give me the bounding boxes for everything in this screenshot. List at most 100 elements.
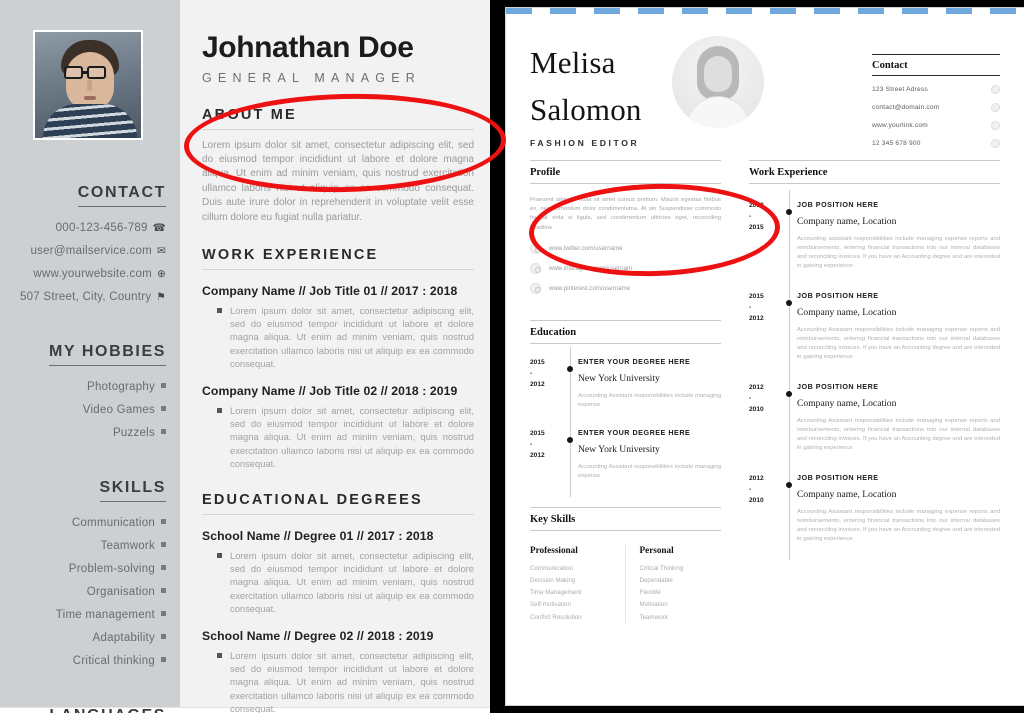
date-dash: - bbox=[749, 304, 752, 311]
left-main-column: Johnathan Doe GENERAL MANAGER ABOUT ME L… bbox=[180, 0, 500, 713]
hobby-item: Photography bbox=[10, 376, 166, 399]
envelope-icon bbox=[991, 103, 1000, 112]
education-description: Accounting Assistant responsibilities in… bbox=[578, 392, 721, 408]
date-from: 2018 bbox=[749, 202, 764, 209]
bullet-square-icon bbox=[161, 542, 166, 547]
skill-item: Dependable bbox=[639, 577, 673, 585]
about-me-text: Lorem ipsum dolor sit amet, consectetur … bbox=[202, 139, 474, 223]
work-date-range: 2012 - 2010 bbox=[749, 382, 783, 453]
skill-label: Adaptability bbox=[92, 632, 155, 644]
right-right-column: Work Experience 2018 - 2015 JOB POSITION… bbox=[735, 160, 1000, 623]
bullet-square-icon bbox=[161, 383, 166, 388]
bullet-square-icon bbox=[161, 588, 166, 593]
skills-heading: SKILLS bbox=[99, 479, 166, 502]
skill-item: Motivation bbox=[639, 601, 668, 609]
right-left-column: Profile Praesent aliquam nulla sit amet … bbox=[530, 160, 735, 623]
skill-item: Flexible bbox=[639, 589, 661, 597]
date-from: 2015 bbox=[530, 358, 545, 366]
mouth-shape bbox=[84, 96, 96, 100]
education-entry-title: School Name // Degree 02 // 2018 : 2019 bbox=[202, 628, 434, 643]
shirt-shape bbox=[43, 104, 137, 138]
timeline-rail bbox=[783, 190, 797, 287]
bullet-square-icon bbox=[161, 429, 166, 434]
shirt-shape bbox=[687, 96, 748, 128]
bullet-item: Lorem ipsum dolor sit amet, consectetur … bbox=[217, 404, 474, 469]
twitter-icon bbox=[530, 242, 541, 254]
work-entry-bullets: Lorem ipsum dolor sit amet, consectetur … bbox=[217, 404, 474, 470]
bullet-square-icon bbox=[161, 634, 166, 639]
social-link[interactable]: www.pinterest.com/username bbox=[530, 282, 721, 294]
profile-heading: Profile bbox=[530, 160, 721, 184]
education-entry: 2015 - 2012 ENTER YOUR DEGREE HERE New Y… bbox=[530, 417, 721, 497]
date-to: 2010 bbox=[749, 406, 764, 413]
education-description: Accounting Assistant responsibilities in… bbox=[578, 463, 721, 479]
degree-title: ENTER YOUR DEGREE HERE bbox=[578, 427, 691, 437]
bullet-item: Lorem ipsum dolor sit amet, consectetur … bbox=[217, 549, 474, 614]
date-dash: - bbox=[749, 213, 752, 220]
work-entry: 2018 - 2015 JOB POSITION HERE Company na… bbox=[749, 190, 1000, 287]
contact-item: user@mailservice.com ✉ bbox=[10, 240, 166, 263]
work-entry-text: JOB POSITION HERE Company name, Location… bbox=[797, 291, 1000, 362]
contact-heading: CONTACT bbox=[77, 184, 166, 207]
left-sidebar: CONTACT 000-123-456-789 ☎ user@mailservic… bbox=[0, 0, 180, 713]
glasses-right-icon bbox=[87, 66, 106, 79]
job-role-subtitle: FASHION EDITOR bbox=[530, 138, 640, 148]
location-icon bbox=[991, 85, 1000, 94]
degree-title: ENTER YOUR DEGREE HERE bbox=[578, 356, 691, 366]
bullet-square-icon bbox=[161, 657, 166, 662]
contact-text: 507 Street, City, Country bbox=[20, 291, 152, 303]
resume-document-left: CONTACT 000-123-456-789 ☎ user@mailservic… bbox=[0, 0, 500, 713]
contact-item: www.yourwebsite.com ⊕ bbox=[10, 263, 166, 286]
contact-text: www.yourlink.com bbox=[872, 122, 928, 129]
avatar bbox=[671, 36, 764, 128]
bullet-item: Lorem ipsum dolor sit amet, consectetur … bbox=[217, 649, 474, 713]
skill-item: Problem-solving bbox=[10, 558, 166, 581]
skill-label: Organisation bbox=[86, 586, 155, 598]
skill-item: Time Management bbox=[530, 589, 582, 597]
skill-item: Adaptability bbox=[10, 627, 166, 650]
skill-item: Communication bbox=[530, 564, 573, 572]
glasses-left-icon bbox=[64, 66, 83, 79]
phone-icon bbox=[991, 139, 1000, 148]
work-entry-text: JOB POSITION HERE Company name, Location… bbox=[797, 382, 1000, 453]
date-to: 2010 bbox=[749, 497, 764, 504]
timeline-rail bbox=[564, 346, 578, 426]
date-from: 2015 bbox=[530, 429, 545, 437]
date-to: 2012 bbox=[749, 315, 764, 322]
contact-text: contact@domain.com bbox=[872, 104, 940, 111]
timeline-rail bbox=[564, 417, 578, 497]
right-header: Melisa Salomon FASHION EDITOR Contact 12… bbox=[530, 32, 1000, 150]
contact-text: 123 Street Adress bbox=[872, 86, 928, 93]
key-skills-personal: Personal Critical Thinking Dependable Fl… bbox=[626, 545, 722, 623]
job-position: JOB POSITION HERE bbox=[797, 473, 879, 482]
contact-item: 123 Street Adress bbox=[872, 85, 1000, 94]
pinterest-icon bbox=[530, 282, 541, 294]
work-description: Accounting Assistant responsibilities in… bbox=[797, 418, 1000, 451]
profile-text: Praesent aliquam nulla sit amet cursus p… bbox=[530, 197, 721, 231]
hobby-label: Puzzels bbox=[112, 427, 155, 439]
skill-item: Decision Making bbox=[530, 577, 576, 585]
contact-text: 000-123-456-789 bbox=[55, 222, 148, 234]
job-role-subtitle: GENERAL MANAGER bbox=[202, 70, 421, 85]
skill-item: Critical thinking bbox=[10, 650, 166, 673]
skill-item: Critical Thinking bbox=[639, 564, 684, 572]
timeline-rail bbox=[783, 372, 797, 469]
screenshot-canvas: CONTACT 000-123-456-789 ☎ user@mailservic… bbox=[0, 0, 1024, 713]
contact-heading: Contact bbox=[872, 54, 1000, 76]
hobby-label: Video Games bbox=[82, 404, 155, 416]
skill-label: Critical thinking bbox=[72, 655, 155, 667]
education-entry-bullets: Lorem ipsum dolor sit amet, consectetur … bbox=[217, 649, 474, 713]
timeline-dot-icon bbox=[786, 482, 793, 488]
social-links: www.twitter.com/username www.instragram.… bbox=[530, 242, 721, 294]
education-date-range: 2015 - 2012 bbox=[530, 357, 564, 410]
contact-text: user@mailservice.com bbox=[30, 245, 152, 257]
page-title-last: Salomon bbox=[530, 92, 642, 127]
social-link[interactable]: www.instragram.com/usernam bbox=[530, 262, 721, 274]
social-link[interactable]: www.twitter.com/username bbox=[530, 242, 721, 254]
timeline-dot-icon bbox=[567, 436, 574, 443]
column-heading: Professional bbox=[530, 544, 578, 555]
location-pin-icon: ⚑ bbox=[156, 291, 166, 303]
education-entry-text: ENTER YOUR DEGREE HERE New York Universi… bbox=[578, 357, 721, 410]
date-dash: - bbox=[530, 440, 533, 448]
timeline-dot-icon bbox=[786, 209, 793, 215]
